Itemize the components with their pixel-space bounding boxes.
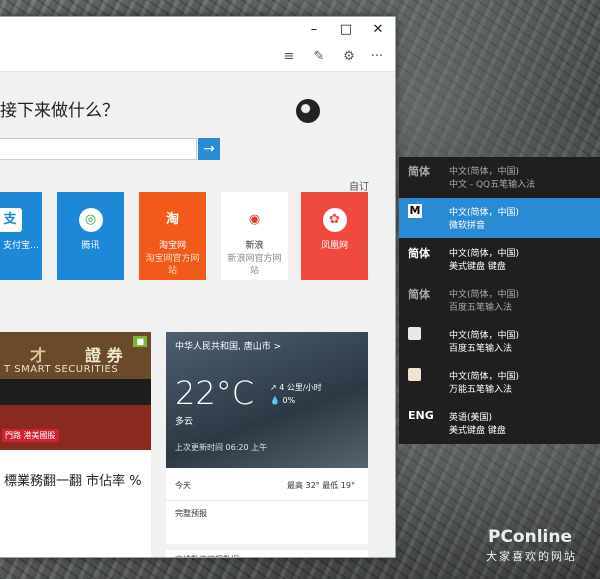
ime-layout-icon	[408, 327, 421, 340]
ime-method-name: 中文 - QQ五笔输入法	[449, 180, 536, 190]
ime-layout-icon: ENG	[408, 409, 434, 422]
photo-sign: 才	[30, 346, 47, 365]
watermark-sub: 大家喜欢的网站	[486, 550, 577, 563]
tile-label: 支付宝…	[2, 241, 39, 251]
note-icon[interactable]: ✎	[310, 48, 328, 66]
tile-sub: 淘宝网官方网站	[145, 254, 200, 276]
watermark-brand: PConline	[488, 527, 573, 547]
tile-qq[interactable]: ◎ 腾讯	[57, 192, 124, 280]
weather-location[interactable]: 中华人民共和国, 唐山市 >	[175, 339, 281, 352]
tile-label: 淘宝网	[158, 241, 186, 251]
weather-condition: 多云	[175, 417, 194, 427]
tile-label: 腾讯	[81, 241, 100, 251]
ime-language: 中文(简体，中国)	[449, 290, 520, 300]
ime-language: 中文(简体，中国)	[449, 249, 520, 259]
ime-language: 中文(简体，中国)	[449, 167, 520, 177]
weather-updated: 上次更新时间 06:20 上午	[175, 443, 268, 452]
ifeng-icon: ✿	[322, 208, 347, 232]
photo-caption: 門路 港美國股	[2, 429, 59, 442]
divider	[166, 500, 368, 501]
ime-method-name: 微软拼音	[449, 221, 486, 231]
forecast-today-row[interactable]: 今天 最高 32° 最低 19°	[175, 480, 355, 491]
tile-label: 凤凰网	[320, 241, 348, 251]
share-icon[interactable]: ⚙	[340, 48, 358, 66]
title-bar: – □ ✕	[0, 17, 395, 43]
browser-window: – □ ✕ ≡ ✎ ⚙ ··· 接下来做什么？ → 自订 支 支付宝… ◎ 腾讯…	[0, 16, 396, 558]
search-input[interactable]	[0, 138, 197, 160]
photo-sign-en: T SMART SECURITIES	[4, 364, 119, 375]
browser-toolbar: ≡ ✎ ⚙ ···	[0, 43, 395, 72]
ime-language: 英语(美国)	[449, 413, 493, 423]
ime-item[interactable]: 简体 中文(简体，中国) 中文 - QQ五笔输入法	[399, 157, 600, 197]
new-tab-page: 接下来做什么？ → 自订 支 支付宝… ◎ 腾讯 淘 淘宝网 淘宝网官方网站 ◉…	[0, 72, 395, 557]
forecast-day: 今天	[175, 481, 191, 490]
customize-link[interactable]: 自订	[349, 178, 369, 193]
ime-item[interactable]: 中文(简体，中国) 万能五笔输入法	[399, 362, 600, 402]
full-forecast-link[interactable]: 完整预报	[175, 508, 207, 519]
next-card-header[interactable]: 高维数值可视数据 >	[166, 544, 368, 557]
weather-card[interactable]: 中华人民共和国, 唐山市 > 22°C 多云 ↗ 4 公里/小时 💧 0% 上次…	[166, 332, 368, 557]
ime-layout-icon: M	[408, 204, 422, 218]
news-photo: 才 證 券 T SMART SECURITIES ■ 門路 港美國股	[0, 332, 151, 450]
ime-layout-icon: 简体	[408, 288, 430, 301]
ime-method-name: 万能五笔输入法	[449, 385, 513, 395]
qq-icon: ◎	[78, 208, 103, 232]
tile-alipay[interactable]: 支 支付宝…	[0, 192, 42, 280]
ime-layout-icon: 简体	[408, 165, 430, 178]
news-source-badge: ■	[133, 336, 147, 347]
weather-hero: 中华人民共和国, 唐山市 > 22°C 多云 ↗ 4 公里/小时 💧 0% 上次…	[166, 332, 368, 468]
ime-language: 中文(简体，中国)	[449, 331, 520, 341]
rain-chance: 0%	[282, 396, 296, 405]
ime-item[interactable]: ENG 英语(美国) 美式键盘 键盘	[399, 403, 600, 443]
maximize-button[interactable]: □	[336, 21, 356, 39]
tile-sina[interactable]: ◉ 新浪 新浪网官方网站	[221, 192, 288, 280]
news-card[interactable]: 才 證 券 T SMART SECURITIES ■ 門路 港美國股 標業務翻一…	[0, 332, 151, 557]
ime-layout-icon	[408, 368, 421, 381]
tile-label: 新浪	[245, 241, 264, 251]
alipay-icon: 支	[0, 208, 22, 232]
ime-item[interactable]: 简体 中文(简体，中国) 美式键盘 键盘	[399, 239, 600, 279]
hub-icon[interactable]: ≡	[280, 48, 298, 66]
tile-taobao[interactable]: 淘 淘宝网 淘宝网官方网站	[139, 192, 206, 280]
forecast-temps: 最高 32° 最低 19°	[287, 481, 355, 490]
ime-method-name: 百度五笔输入法	[449, 303, 513, 313]
news-headline[interactable]: 標業務翻一翻 市佔率 %	[4, 472, 149, 492]
photo-sign: 證 券	[85, 346, 123, 365]
ime-item[interactable]: M 中文(简体，中国) 微软拼音	[399, 198, 600, 238]
wind-speed: 4 公里/小时	[279, 383, 322, 392]
ime-method-name: 百度五笔输入法	[449, 344, 513, 354]
ime-item[interactable]: 简体 中文(简体，中国) 百度五笔输入法	[399, 280, 600, 320]
ime-layout-icon: 简体	[408, 247, 430, 260]
tile-sub: 新浪网官方网站	[227, 254, 282, 276]
close-button[interactable]: ✕	[368, 21, 388, 39]
ime-item[interactable]: 中文(简体，中国) 百度五笔输入法	[399, 321, 600, 361]
weibo-icon: ◉	[242, 208, 267, 232]
ime-method-name: 美式键盘 键盘	[449, 426, 506, 436]
page-question: 接下来做什么？	[0, 101, 119, 121]
rain-readout: 💧 0%	[270, 396, 295, 405]
input-method-flyout: 简体 中文(简体，中国) 中文 - QQ五笔输入法 M 中文(简体，中国) 微软拼音 简体中…	[399, 157, 600, 444]
ime-language: 中文(简体，中国)	[449, 372, 520, 382]
minimize-button[interactable]: –	[304, 21, 324, 39]
avatar[interactable]	[296, 99, 320, 123]
ime-language: 中文(简体，中国)	[449, 208, 520, 218]
tile-ifeng[interactable]: ✿ 凤凰网	[301, 192, 368, 280]
more-icon[interactable]: ···	[368, 48, 386, 66]
wind-icon: ↗	[270, 383, 277, 392]
raindrop-icon: 💧	[270, 396, 280, 405]
taobao-icon: 淘	[165, 212, 179, 227]
ime-method-name: 美式键盘 键盘	[449, 262, 506, 272]
weather-temperature: 22°C	[175, 374, 255, 412]
wind-readout: ↗ 4 公里/小时	[270, 382, 322, 393]
search-go-button[interactable]: →	[198, 138, 220, 160]
